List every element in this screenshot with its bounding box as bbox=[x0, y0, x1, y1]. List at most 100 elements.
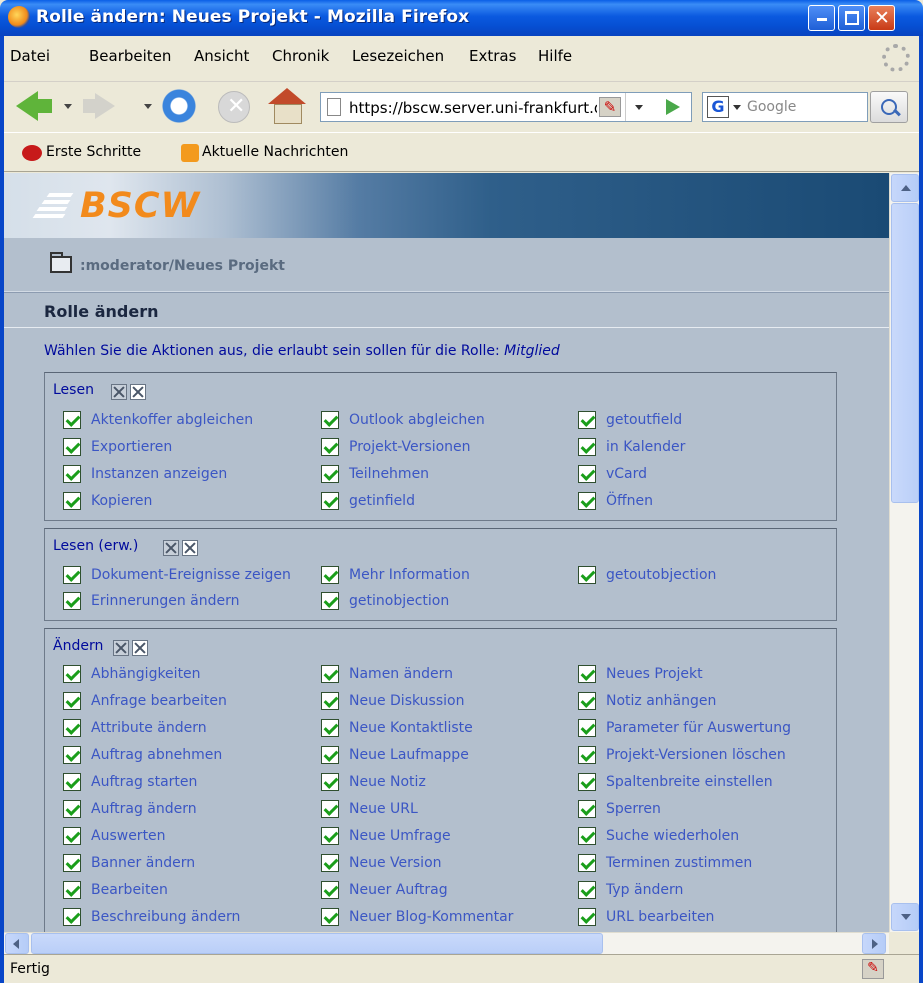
scroll-down-button[interactable] bbox=[891, 903, 919, 931]
breadcrumb-path[interactable]: :moderator/Neues Projekt bbox=[80, 258, 285, 274]
checked-icon[interactable] bbox=[63, 746, 81, 764]
vertical-scrollbar[interactable] bbox=[889, 173, 919, 932]
checked-icon[interactable] bbox=[321, 800, 339, 818]
security-status-icon[interactable]: ✎ bbox=[862, 959, 884, 979]
checked-icon[interactable] bbox=[63, 881, 81, 899]
checked-icon[interactable] bbox=[63, 566, 81, 584]
checked-icon[interactable] bbox=[321, 773, 339, 791]
checked-icon[interactable] bbox=[321, 438, 339, 456]
page-icon bbox=[327, 98, 341, 116]
checked-icon[interactable] bbox=[578, 800, 596, 818]
scroll-up-button[interactable] bbox=[891, 174, 919, 202]
checked-icon[interactable] bbox=[63, 692, 81, 710]
deselect-all-icon[interactable] bbox=[132, 640, 148, 656]
back-history-dropdown[interactable] bbox=[64, 104, 72, 109]
checked-icon[interactable] bbox=[63, 411, 81, 429]
checked-icon[interactable] bbox=[63, 800, 81, 818]
bookmark-aktuelle-nachrichten[interactable]: Aktuelle Nachrichten bbox=[202, 144, 348, 160]
checked-icon[interactable] bbox=[63, 465, 81, 483]
minimize-button[interactable] bbox=[808, 5, 835, 31]
checked-icon[interactable] bbox=[578, 908, 596, 926]
back-button[interactable] bbox=[16, 91, 52, 121]
home-button[interactable] bbox=[268, 88, 306, 124]
close-button[interactable]: ✕ bbox=[868, 5, 895, 31]
checked-icon[interactable] bbox=[321, 827, 339, 845]
horizontal-scrollbar[interactable] bbox=[4, 932, 889, 954]
url-input[interactable]: https://bscw.server.uni-frankfurt.de bbox=[349, 99, 597, 117]
checked-icon[interactable] bbox=[63, 773, 81, 791]
arrow-left-icon bbox=[13, 939, 19, 949]
checked-icon[interactable] bbox=[578, 465, 596, 483]
menu-lesezeichen[interactable]: Lesezeichen bbox=[352, 47, 444, 65]
checked-icon[interactable] bbox=[321, 665, 339, 683]
checked-icon[interactable] bbox=[63, 438, 81, 456]
checked-icon[interactable] bbox=[321, 908, 339, 926]
reload-button[interactable] bbox=[161, 88, 197, 124]
horizontal-scroll-thumb[interactable] bbox=[31, 933, 603, 954]
checked-icon[interactable] bbox=[63, 827, 81, 845]
menu-extras[interactable]: Extras bbox=[469, 47, 516, 65]
forward-button[interactable] bbox=[83, 93, 117, 119]
instruction-text: Wählen Sie die Aktionen aus, die erlaubt… bbox=[44, 343, 560, 359]
checked-icon[interactable] bbox=[578, 719, 596, 737]
checked-icon[interactable] bbox=[321, 592, 339, 610]
checked-icon[interactable] bbox=[578, 854, 596, 872]
checked-icon[interactable] bbox=[578, 665, 596, 683]
forward-history-dropdown[interactable] bbox=[144, 104, 152, 109]
checked-icon[interactable] bbox=[578, 773, 596, 791]
checked-icon[interactable] bbox=[321, 492, 339, 510]
security-warning-icon[interactable]: ✎ bbox=[599, 97, 621, 117]
checked-icon[interactable] bbox=[321, 692, 339, 710]
deselect-all-icon[interactable] bbox=[182, 540, 198, 556]
google-engine-icon[interactable]: G bbox=[707, 96, 729, 118]
go-button[interactable] bbox=[655, 93, 689, 121]
bookmarks-toolbar: Erste Schritte Aktuelle Nachrichten bbox=[4, 132, 919, 172]
bscw-logo-icon bbox=[32, 191, 74, 221]
menu-bearbeiten[interactable]: Bearbeiten bbox=[89, 47, 171, 65]
checked-icon[interactable] bbox=[63, 908, 81, 926]
checked-icon[interactable] bbox=[321, 411, 339, 429]
url-bar[interactable]: https://bscw.server.uni-frankfurt.de ✎ bbox=[320, 92, 692, 122]
menu-ansicht[interactable]: Ansicht bbox=[194, 47, 249, 65]
checked-icon[interactable] bbox=[578, 692, 596, 710]
checked-icon[interactable] bbox=[321, 746, 339, 764]
checked-icon[interactable] bbox=[578, 438, 596, 456]
checked-icon[interactable] bbox=[321, 465, 339, 483]
checked-icon[interactable] bbox=[321, 719, 339, 737]
select-all-icon[interactable] bbox=[113, 640, 129, 656]
search-button[interactable] bbox=[870, 91, 908, 123]
scroll-right-button[interactable] bbox=[862, 933, 886, 954]
stop-button[interactable]: ✕ bbox=[218, 91, 250, 123]
select-all-icon[interactable] bbox=[111, 384, 127, 400]
throbber-icon bbox=[882, 44, 910, 72]
checked-icon[interactable] bbox=[63, 854, 81, 872]
title-bar[interactable]: Rolle ändern: Neues Projekt - Mozilla Fi… bbox=[0, 0, 923, 36]
scroll-left-button[interactable] bbox=[5, 933, 29, 954]
checked-icon[interactable] bbox=[63, 665, 81, 683]
checked-icon[interactable] bbox=[578, 881, 596, 899]
checked-icon[interactable] bbox=[578, 566, 596, 584]
checked-icon[interactable] bbox=[578, 827, 596, 845]
maximize-button[interactable] bbox=[838, 5, 865, 31]
bookmark-erste-schritte[interactable]: Erste Schritte bbox=[46, 144, 141, 160]
search-box[interactable]: G Google bbox=[702, 92, 868, 122]
checked-icon[interactable] bbox=[63, 592, 81, 610]
checked-icon[interactable] bbox=[63, 719, 81, 737]
menu-datei[interactable]: Datei bbox=[10, 47, 50, 65]
checked-icon[interactable] bbox=[321, 854, 339, 872]
checked-icon[interactable] bbox=[578, 411, 596, 429]
page-content: BSCW :moderator/Neues Projekt Rolle ände… bbox=[4, 173, 889, 932]
search-engine-dropdown[interactable] bbox=[733, 105, 741, 110]
select-all-icon[interactable] bbox=[163, 540, 179, 556]
search-input[interactable]: Google bbox=[747, 99, 796, 115]
menu-chronik[interactable]: Chronik bbox=[272, 47, 329, 65]
url-history-dropdown[interactable] bbox=[625, 93, 651, 121]
checked-icon[interactable] bbox=[321, 566, 339, 584]
deselect-all-icon[interactable] bbox=[130, 384, 146, 400]
checked-icon[interactable] bbox=[63, 492, 81, 510]
checked-icon[interactable] bbox=[321, 881, 339, 899]
vertical-scroll-thumb[interactable] bbox=[891, 203, 919, 503]
checked-icon[interactable] bbox=[578, 746, 596, 764]
menu-hilfe[interactable]: Hilfe bbox=[538, 47, 572, 65]
checked-icon[interactable] bbox=[578, 492, 596, 510]
